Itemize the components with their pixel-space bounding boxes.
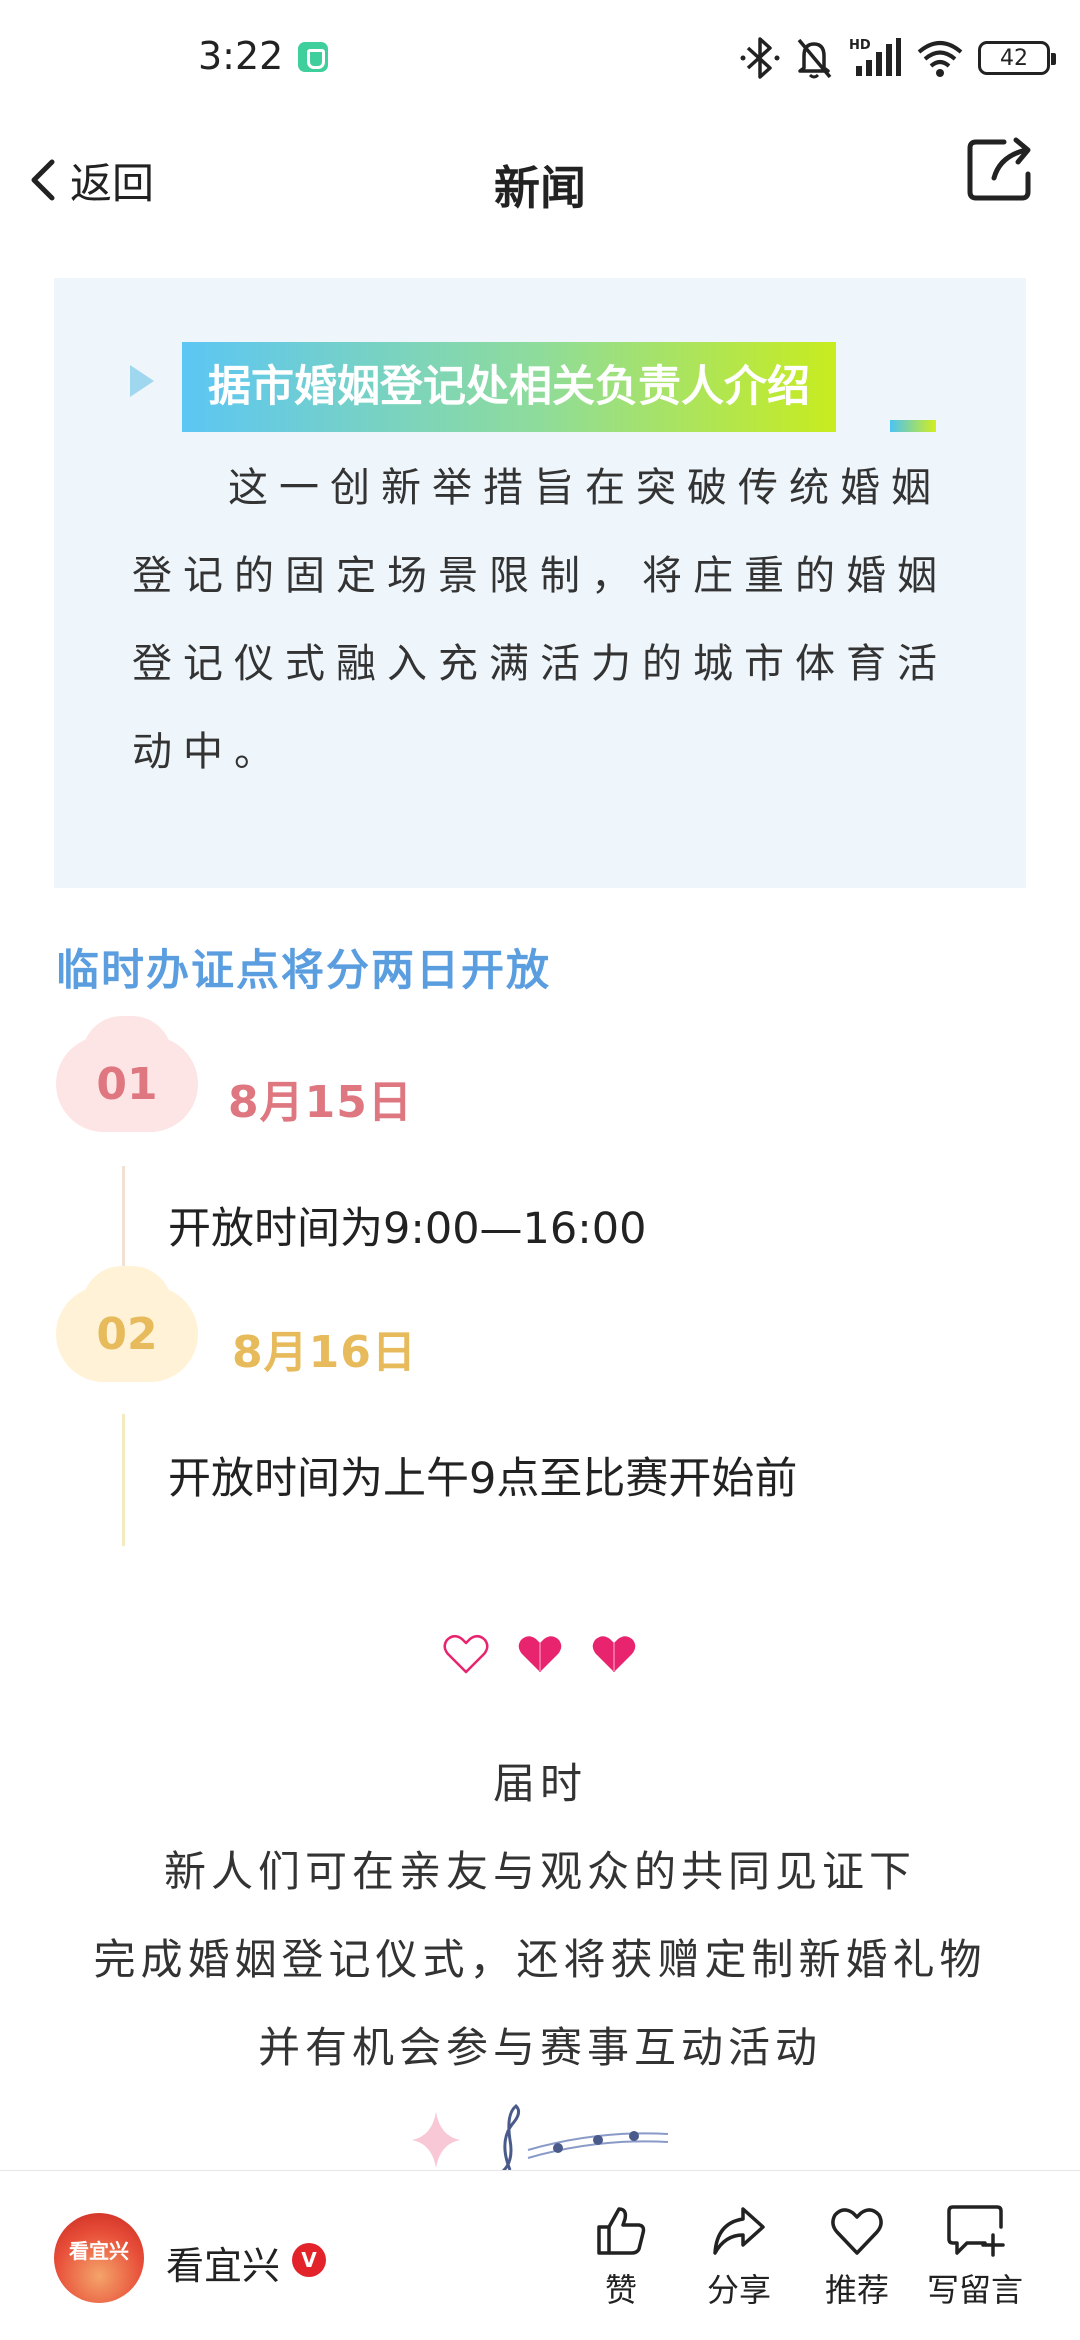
share-label: 分享 <box>706 2271 771 2309</box>
comment-icon <box>947 2205 1005 2257</box>
hearts-divider <box>0 1628 1080 1680</box>
closing-line: 新人们可在亲友与观众的共同见证下 <box>163 1847 916 1896</box>
svg-text:HD: HD <box>849 38 871 53</box>
heart-icon <box>831 2208 883 2255</box>
item-number: 02 <box>96 1308 158 1360</box>
heart-filled-icon <box>592 1636 636 1672</box>
wifi-icon <box>917 41 963 77</box>
battery-icon: 42 <box>978 41 1056 75</box>
closing-text: 届时 新人们可在亲友与观众的共同见证下 完成婚姻登记仪式，还将获赠定制新婚礼物 … <box>0 1740 1080 2092</box>
like-button[interactable]: 赞 <box>566 2201 676 2321</box>
heart-outline-icon <box>443 1635 489 1674</box>
account-name[interactable]: 看宜兴 <box>166 2235 280 2290</box>
avatar-logo-text: 看宜兴 <box>69 2239 129 2263</box>
verified-badge: V <box>292 2243 326 2277</box>
quote-box: 据市婚姻登记处相关负责人介绍 这一创新举措旨在突破传统婚姻登记的固定场景限制，将… <box>54 278 1026 888</box>
item-date: 8月16日 <box>232 1327 417 1378</box>
article-content[interactable]: 据市婚姻登记处相关负责人介绍 这一创新举措旨在突破传统婚姻登记的固定场景限制，将… <box>0 240 1080 2170</box>
write-comment-button[interactable]: 写留言 <box>920 2201 1030 2321</box>
heart-filled-icon <box>518 1636 562 1672</box>
closing-line: 并有机会参与赛事互动活动 <box>257 2023 822 2072</box>
recommend-button[interactable]: 推荐 <box>802 2201 912 2321</box>
bottom-bar: 看宜兴 看宜兴 V 赞 分享 推荐 写留言 <box>0 2170 1080 2340</box>
thumbs-up-icon <box>597 2207 646 2255</box>
share-action-button[interactable]: 分享 <box>684 2201 794 2321</box>
page-title: 新闻 <box>494 161 586 215</box>
write-comment-label: 写留言 <box>926 2271 1023 2309</box>
item-text: 开放时间为上午9点至比赛开始前 <box>168 1454 798 1504</box>
item-number-badge: 01 <box>56 1016 198 1132</box>
share-button[interactable] <box>960 128 1044 212</box>
item-number-badge: 02 <box>56 1266 198 1382</box>
security-app-icon <box>298 42 328 72</box>
share-square-icon <box>967 137 1031 201</box>
mute-bell-icon <box>797 38 832 79</box>
item-divider <box>122 1414 125 1546</box>
triangle-bullet-icon <box>130 365 154 397</box>
closing-line: 届时 <box>492 1759 587 1808</box>
item-text: 开放时间为9:00—16:00 <box>168 1204 647 1254</box>
quote-paragraph: 这一创新举措旨在突破传统婚姻登记的固定场景限制，将庄重的婚姻登记仪式融入充满活力… <box>132 465 948 775</box>
recommend-label: 推荐 <box>824 2271 889 2309</box>
status-time: 3:22 <box>198 34 284 78</box>
bluetooth-icon <box>740 37 780 79</box>
item-date: 8月15日 <box>228 1077 413 1128</box>
quote-heading: 据市婚姻登记处相关负责人介绍 <box>182 342 836 432</box>
hd-signal-icon: HD <box>849 38 901 76</box>
status-icons: HD 42 <box>740 34 1056 82</box>
share-arrow-icon <box>713 2207 765 2255</box>
heading-accent-bar <box>890 420 936 432</box>
sparkle-music-decoration <box>412 2103 669 2170</box>
like-label: 赞 <box>604 2271 637 2309</box>
section-heading: 临时办证点将分两日开放 <box>56 946 551 996</box>
closing-line: 完成婚姻登记仪式，还将获赠定制新婚礼物 <box>93 1935 987 1984</box>
nav-bar: 返回 新闻 <box>0 120 1080 240</box>
status-bar: 3:22 HD 42 <box>0 0 1080 120</box>
avatar[interactable]: 看宜兴 <box>54 2213 144 2303</box>
item-number: 01 <box>96 1058 158 1110</box>
